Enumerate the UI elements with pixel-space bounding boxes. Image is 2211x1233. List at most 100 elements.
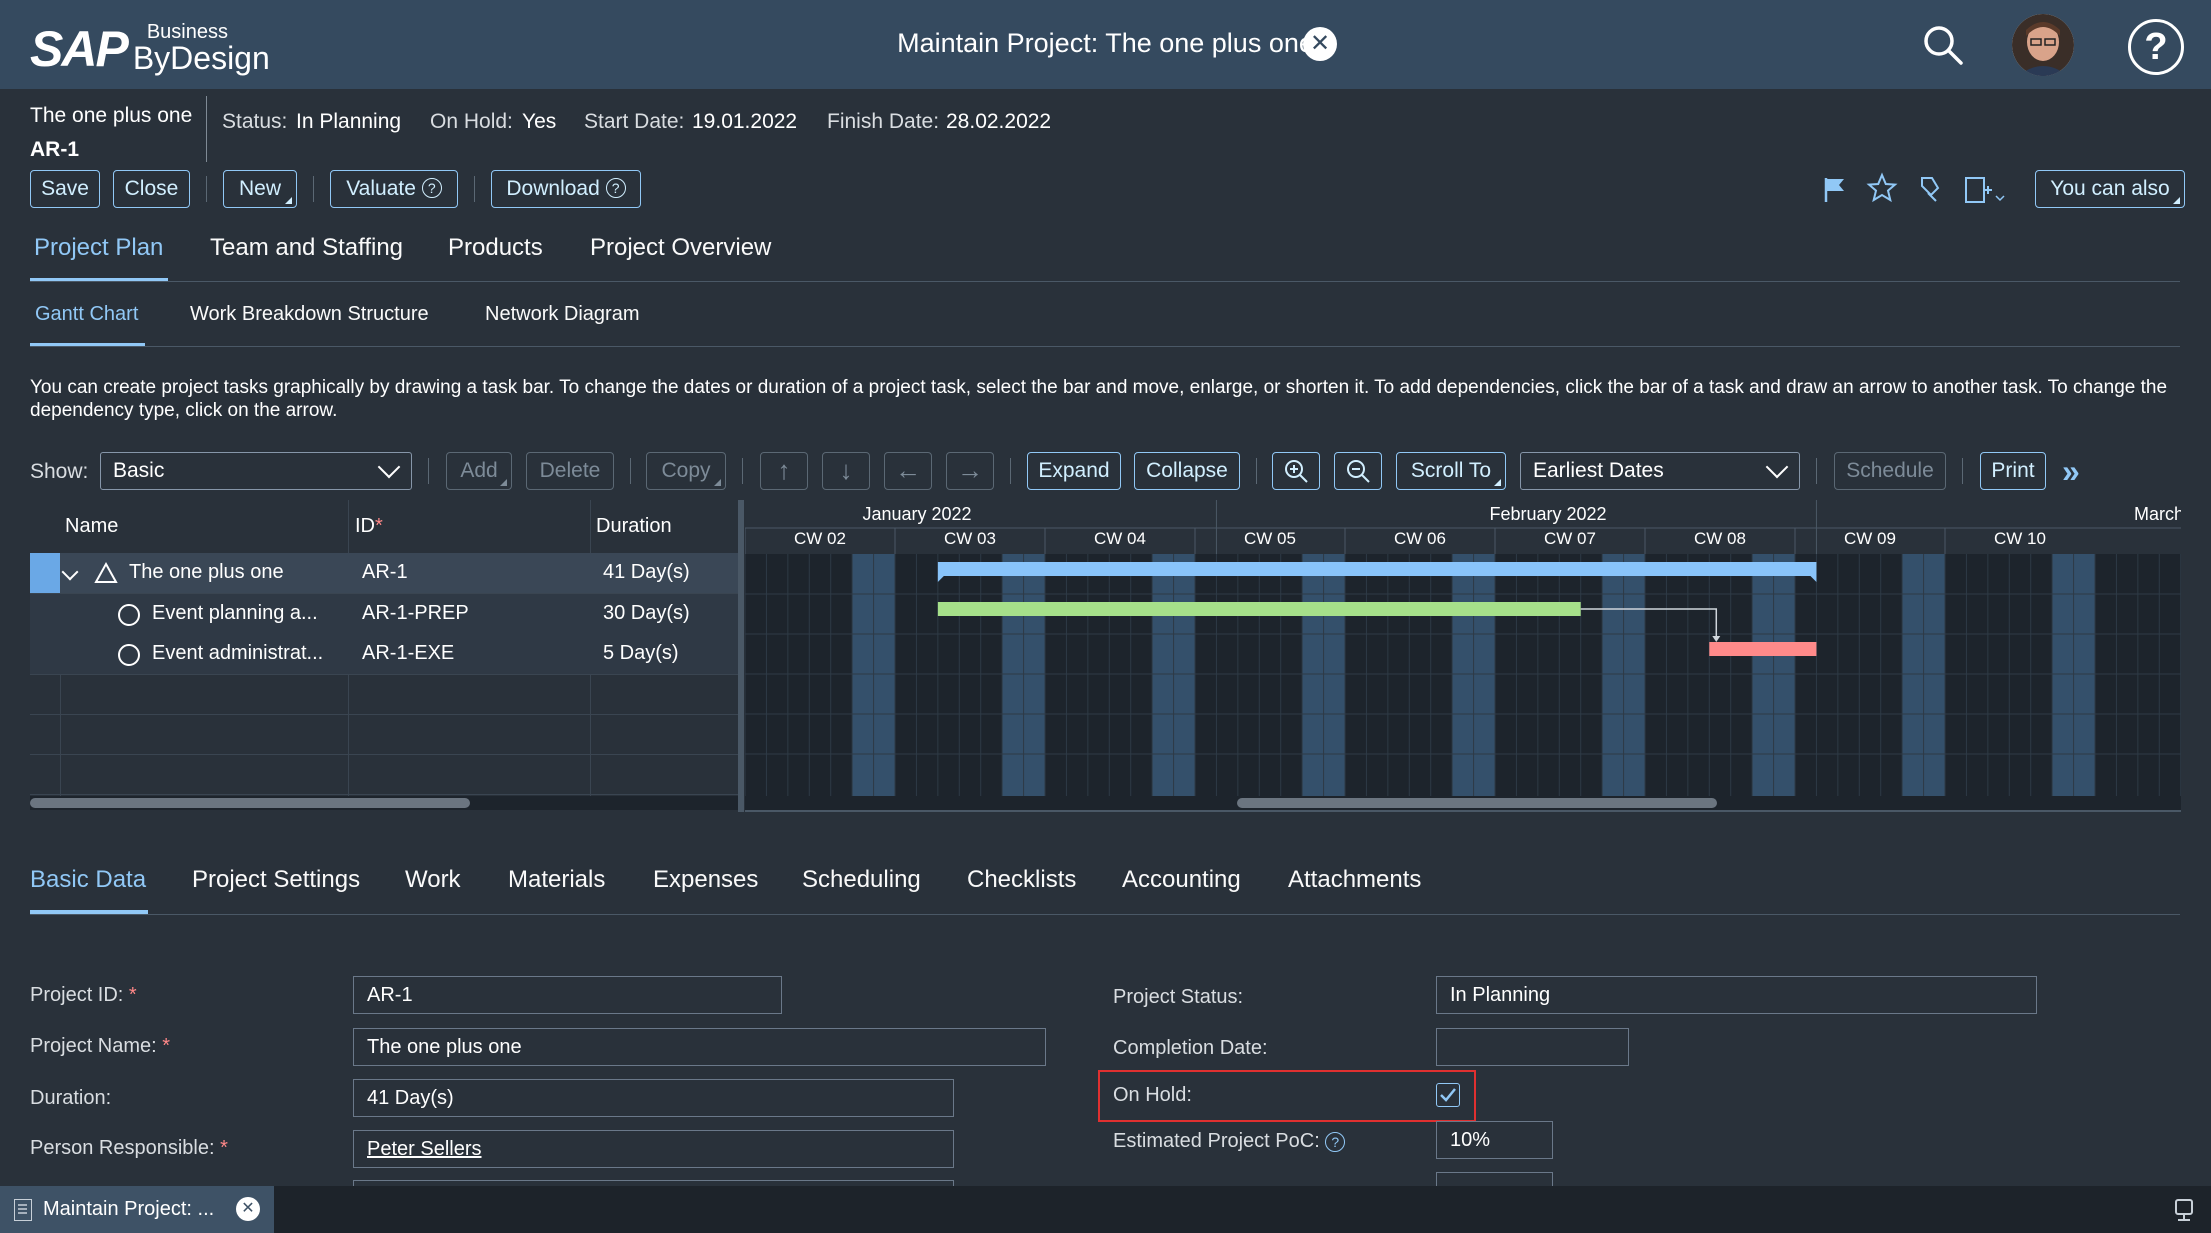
add-bookmark-icon[interactable] xyxy=(1962,172,2008,206)
expand-chevron-icon[interactable] xyxy=(61,563,79,581)
gantt-chart-svg[interactable]: January 2022 February 2022 March CW 02 CW 03… xyxy=(744,500,2184,812)
detail-tab-expenses[interactable]: Expenses xyxy=(653,866,758,894)
column-header-id-label: ID xyxy=(355,515,375,537)
column-header-duration[interactable]: Duration xyxy=(596,515,672,538)
table-scrollbar[interactable] xyxy=(30,796,742,810)
dates-select[interactable]: Earliest Dates xyxy=(1520,452,1800,490)
subtab-network-diagram[interactable]: Network Diagram xyxy=(485,303,639,326)
detail-tab-checklists[interactable]: Checklists xyxy=(967,866,1076,894)
project-name-label-text: Project Name: xyxy=(30,1035,157,1057)
status-label: Status: xyxy=(222,110,288,133)
show-label: Show: xyxy=(30,460,89,483)
copy-button[interactable]: Copy xyxy=(646,452,726,490)
table-row-empty xyxy=(30,754,742,795)
week-label: CW 07 xyxy=(1544,529,1596,548)
show-select[interactable]: Basic xyxy=(100,452,412,490)
move-down-icon[interactable]: ↓ xyxy=(822,452,870,490)
completion-date-field[interactable] xyxy=(1436,1028,1629,1066)
zoom-in-icon[interactable] xyxy=(1272,452,1320,490)
row-duration: 41 Day(s) xyxy=(603,561,690,583)
tab-products[interactable]: Products xyxy=(448,234,543,262)
project-id-field[interactable]: AR-1 xyxy=(353,976,782,1014)
column-header-name[interactable]: Name xyxy=(65,515,118,538)
help-circle-icon[interactable]: ? xyxy=(1325,1132,1346,1152)
on-hold-checkbox[interactable] xyxy=(1436,1083,1460,1107)
gantt-chart[interactable]: January 2022 February 2022 March CW 02 CW 03… xyxy=(744,500,2184,812)
detail-tab-work[interactable]: Work xyxy=(405,866,461,894)
detail-tab-project-settings[interactable]: Project Settings xyxy=(192,866,360,894)
subtab-gantt-chart[interactable]: Gantt Chart xyxy=(35,303,138,326)
delete-button[interactable]: Delete xyxy=(526,452,614,490)
collapse-button[interactable]: Collapse xyxy=(1134,452,1240,490)
tab-project-overview[interactable]: Project Overview xyxy=(590,234,771,262)
save-button[interactable]: Save xyxy=(30,170,100,208)
row-selector[interactable] xyxy=(30,553,60,593)
move-up-icon[interactable]: ↑ xyxy=(760,452,808,490)
column-header-id[interactable]: ID* xyxy=(355,515,383,538)
month-label: January 2022 xyxy=(862,504,971,524)
table-row[interactable]: Event planning a... AR-1-PREP 30 Day(s) xyxy=(30,594,742,635)
gantt-bar xyxy=(937,562,1817,576)
outdent-icon[interactable]: ← xyxy=(884,452,932,490)
scroll-to-button[interactable]: Scroll To xyxy=(1396,452,1506,490)
valuate-button[interactable]: Valuate ? xyxy=(330,170,458,208)
search-icon[interactable] xyxy=(1922,24,1964,66)
project-name-label: Project Name: * xyxy=(30,1035,170,1058)
dependency-arrow xyxy=(1580,608,1718,640)
duration-field[interactable]: 41 Day(s) xyxy=(353,1079,954,1117)
tab-team-and-staffing[interactable]: Team and Staffing xyxy=(210,234,403,262)
person-responsible-label-text: Person Responsible: xyxy=(30,1137,215,1159)
chart-bottom-border xyxy=(745,810,2181,812)
zoom-out-icon[interactable] xyxy=(1334,452,1382,490)
detail-tab-attachments[interactable]: Attachments xyxy=(1288,866,1421,894)
person-responsible-field[interactable]: Peter Sellers xyxy=(353,1130,954,1168)
user-avatar[interactable] xyxy=(2012,14,2074,76)
estimated-poc-field[interactable]: 10% xyxy=(1436,1121,1553,1159)
week-label: CW 05 xyxy=(1244,529,1296,548)
help-circle-icon: ? xyxy=(605,178,626,198)
download-button[interactable]: Download ? xyxy=(491,170,641,208)
close-button[interactable]: Close xyxy=(113,170,190,208)
table-row[interactable]: Event administrat... AR-1-EXE 5 Day(s) xyxy=(30,634,742,675)
expand-button[interactable]: Expand xyxy=(1027,452,1121,490)
tab-project-plan[interactable]: Project Plan xyxy=(34,234,163,262)
subtab-work-breakdown-structure[interactable]: Work Breakdown Structure xyxy=(190,303,429,326)
notification-icon[interactable] xyxy=(2172,1196,2196,1222)
splitter[interactable] xyxy=(738,500,744,812)
window-title: Maintain Project: The one plus one xyxy=(897,28,1314,58)
detail-tab-scheduling[interactable]: Scheduling xyxy=(802,866,921,894)
new-button[interactable]: New xyxy=(223,170,297,208)
month-label: February 2022 xyxy=(1489,504,1606,524)
favorite-star-icon[interactable] xyxy=(1866,172,1898,204)
close-taskbar-item-icon[interactable]: ✕ xyxy=(236,1197,260,1221)
row-name: The one plus one xyxy=(129,561,284,583)
schedule-button[interactable]: Schedule xyxy=(1834,452,1946,490)
flag-icon[interactable] xyxy=(1820,174,1850,204)
status-value: In Planning xyxy=(296,110,402,133)
add-button[interactable]: Add xyxy=(446,452,512,490)
chevron-down-icon xyxy=(377,455,401,479)
row-duration: 5 Day(s) xyxy=(603,642,679,664)
detail-tab-selection-indicator xyxy=(30,910,148,914)
print-button[interactable]: Print xyxy=(1980,452,2046,490)
taskbar-item-label: Maintain Project: ... xyxy=(43,1198,215,1220)
taskbar-item[interactable]: Maintain Project: ... ✕ xyxy=(0,1186,274,1233)
toolbar-separator xyxy=(1010,458,1011,484)
menu-indicator-icon xyxy=(2173,197,2180,204)
row-duration: 30 Day(s) xyxy=(603,602,690,624)
detail-tab-accounting[interactable]: Accounting xyxy=(1122,866,1241,894)
table-row-empty xyxy=(30,674,742,715)
help-icon[interactable]: ? xyxy=(2128,19,2184,75)
project-name-field[interactable]: The one plus one xyxy=(353,1028,1046,1066)
you-can-also-button[interactable]: You can also xyxy=(2035,170,2185,208)
table-row[interactable]: The one plus one AR-1 41 Day(s) xyxy=(30,553,742,594)
overflow-chevrons-icon[interactable]: » xyxy=(2062,455,2092,487)
pin-icon[interactable] xyxy=(1914,173,1944,203)
close-window-icon[interactable]: ✕ xyxy=(1303,27,1337,61)
week-label: CW 02 xyxy=(794,529,846,548)
table-scrollbar-thumb[interactable] xyxy=(30,798,470,808)
detail-tab-materials[interactable]: Materials xyxy=(508,866,605,894)
detail-tab-basic-data[interactable]: Basic Data xyxy=(30,866,146,894)
copy-button-label: Copy xyxy=(661,459,711,482)
indent-icon[interactable]: → xyxy=(946,452,994,490)
